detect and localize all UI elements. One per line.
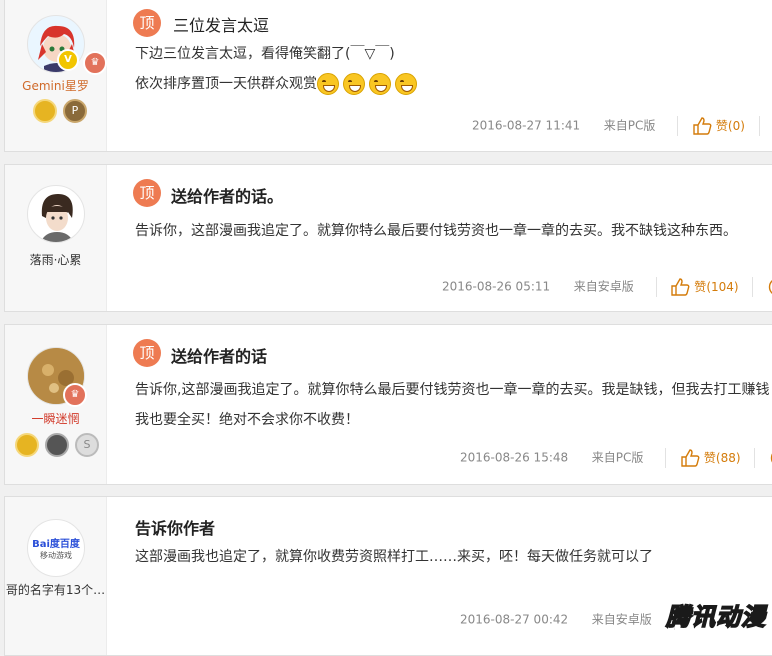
username[interactable]: 落雨·心累 <box>5 251 106 268</box>
post-date: 2016-08-27 00:42 <box>460 613 568 627</box>
content-line: 我也要全买！绝对不会求你不收费！ <box>135 405 769 435</box>
user-sidebar: Bai度百度 移动游戏 哥的名字有13个… <box>5 497 107 655</box>
comment-post: Bai度百度 移动游戏 哥的名字有13个… 告诉你作者 这部漫画我也追定了，就算… <box>4 496 772 656</box>
content-line: 依次排序置顶一天供群众观赏 <box>135 69 421 99</box>
comment-post: ♛ 一瞬迷惘 S 顶 送给作者的话 告诉你,这部漫画我追定了。就算你特么最后要付… <box>4 324 772 485</box>
vip-badge-icon: V <box>57 49 79 71</box>
medal-icon: S <box>75 433 99 457</box>
post-title: 三位发言太逗 <box>173 12 269 36</box>
medal-icon <box>33 99 57 123</box>
post-title: 送给作者的话。 <box>171 183 283 207</box>
content-line: 告诉你，这部漫画我追定了。就算你特么最后要付钱劳资也一章一章的去买。我不缺钱这种… <box>135 216 737 246</box>
avatar-logo-subtext: 移动游戏 <box>28 550 84 561</box>
post-title: 告诉你作者 <box>135 515 215 539</box>
like-button[interactable]: 赞(0) <box>692 119 749 133</box>
post-source: 来自PC版 <box>604 119 656 133</box>
post-meta: 2016-08-27 11:41 来自PC版 赞(0) <box>472 116 772 136</box>
pinned-icon: 顶 <box>133 179 161 207</box>
post-content: 告诉你,这部漫画我追定了。就算你特么最后要付钱劳资也一章一章的去买。我是缺钱，但… <box>135 375 769 435</box>
like-label: 赞 <box>694 280 706 294</box>
like-button[interactable]: 赞(88) <box>680 451 744 465</box>
post-meta: 2016-08-26 05:11 来自安卓版 赞(104) <box>442 277 772 297</box>
watermark-logo: 腾讯动漫 <box>666 597 766 632</box>
avatar[interactable]: Bai度百度 移动游戏 <box>27 519 85 577</box>
pinned-icon: 顶 <box>133 339 161 367</box>
avatar[interactable] <box>27 185 85 243</box>
medal-icon <box>15 433 39 457</box>
content-line: 告诉你,这部漫画我追定了。就算你特么最后要付钱劳资也一章一章的去买。我是缺钱，但… <box>135 375 769 405</box>
crown-icon: ♛ <box>63 383 87 407</box>
post-content: 下边三位发言太逗，看得俺笑翻了(￣▽￣) 依次排序置顶一天供群众观赏 <box>135 39 421 99</box>
post-source: 来自安卓版 <box>592 613 652 627</box>
thumbs-up-icon <box>692 116 712 136</box>
crown-icon: ♛ <box>83 51 107 75</box>
post-meta: 2016-08-27 00:42 来自安卓版 <box>460 610 685 630</box>
username[interactable]: 一瞬迷惘 <box>5 410 106 427</box>
smiley-emoji-icon <box>369 73 391 95</box>
post-content: 告诉你，这部漫画我追定了。就算你特么最后要付钱劳资也一章一章的去买。我不缺钱这种… <box>135 216 737 246</box>
like-button[interactable]: 赞(104) <box>670 280 742 294</box>
comment-post: V ♛ Gemini星罗 P 顶 三位发言太逗 下边三位发言太逗，看得俺笑翻了(… <box>4 0 772 152</box>
post-title: 送给作者的话 <box>171 343 267 367</box>
user-sidebar: 落雨·心累 <box>5 165 107 311</box>
like-count: (104) <box>706 280 738 294</box>
username[interactable]: 哥的名字有13个… <box>5 581 106 598</box>
content-line: 这部漫画我也追定了，就算你收费劳资照样打工……来买，呸！每天做任务就可以了 <box>135 542 653 572</box>
like-count: (0) <box>728 119 745 133</box>
post-date: 2016-08-27 11:41 <box>472 119 580 133</box>
username[interactable]: Gemini星罗 <box>5 77 106 94</box>
content-line: 下边三位发言太逗，看得俺笑翻了(￣▽￣) <box>135 39 421 69</box>
thumbs-up-icon <box>680 448 700 468</box>
smiley-emoji-icon <box>343 73 365 95</box>
like-label: 赞 <box>704 451 716 465</box>
pinned-icon: 顶 <box>133 9 161 37</box>
post-date: 2016-08-26 15:48 <box>460 451 568 465</box>
medal-icon: P <box>63 99 87 123</box>
content-line-text: 依次排序置顶一天供群众观赏 <box>135 76 317 92</box>
thumbs-up-icon <box>670 277 690 297</box>
avatar-logo-text: Bai度百度 <box>28 535 84 550</box>
like-label: 赞 <box>716 119 728 133</box>
post-content: 这部漫画我也追定了，就算你收费劳资照样打工……来买，呸！每天做任务就可以了 <box>135 542 653 572</box>
user-sidebar: ♛ 一瞬迷惘 S <box>5 325 107 484</box>
user-sidebar: V ♛ Gemini星罗 P <box>5 0 107 151</box>
post-source: 来自PC版 <box>592 451 644 465</box>
medal-icon <box>45 433 69 457</box>
comment-post: 落雨·心累 顶 送给作者的话。 告诉你，这部漫画我追定了。就算你特么最后要付钱劳… <box>4 164 772 312</box>
post-source: 来自安卓版 <box>574 280 634 294</box>
smiley-emoji-icon <box>317 73 339 95</box>
like-count: (88) <box>716 451 741 465</box>
post-meta: 2016-08-26 15:48 来自PC版 赞(88) <box>460 448 772 468</box>
smiley-emoji-icon <box>395 73 417 95</box>
post-date: 2016-08-26 05:11 <box>442 280 550 294</box>
comment-icon[interactable] <box>767 277 772 297</box>
